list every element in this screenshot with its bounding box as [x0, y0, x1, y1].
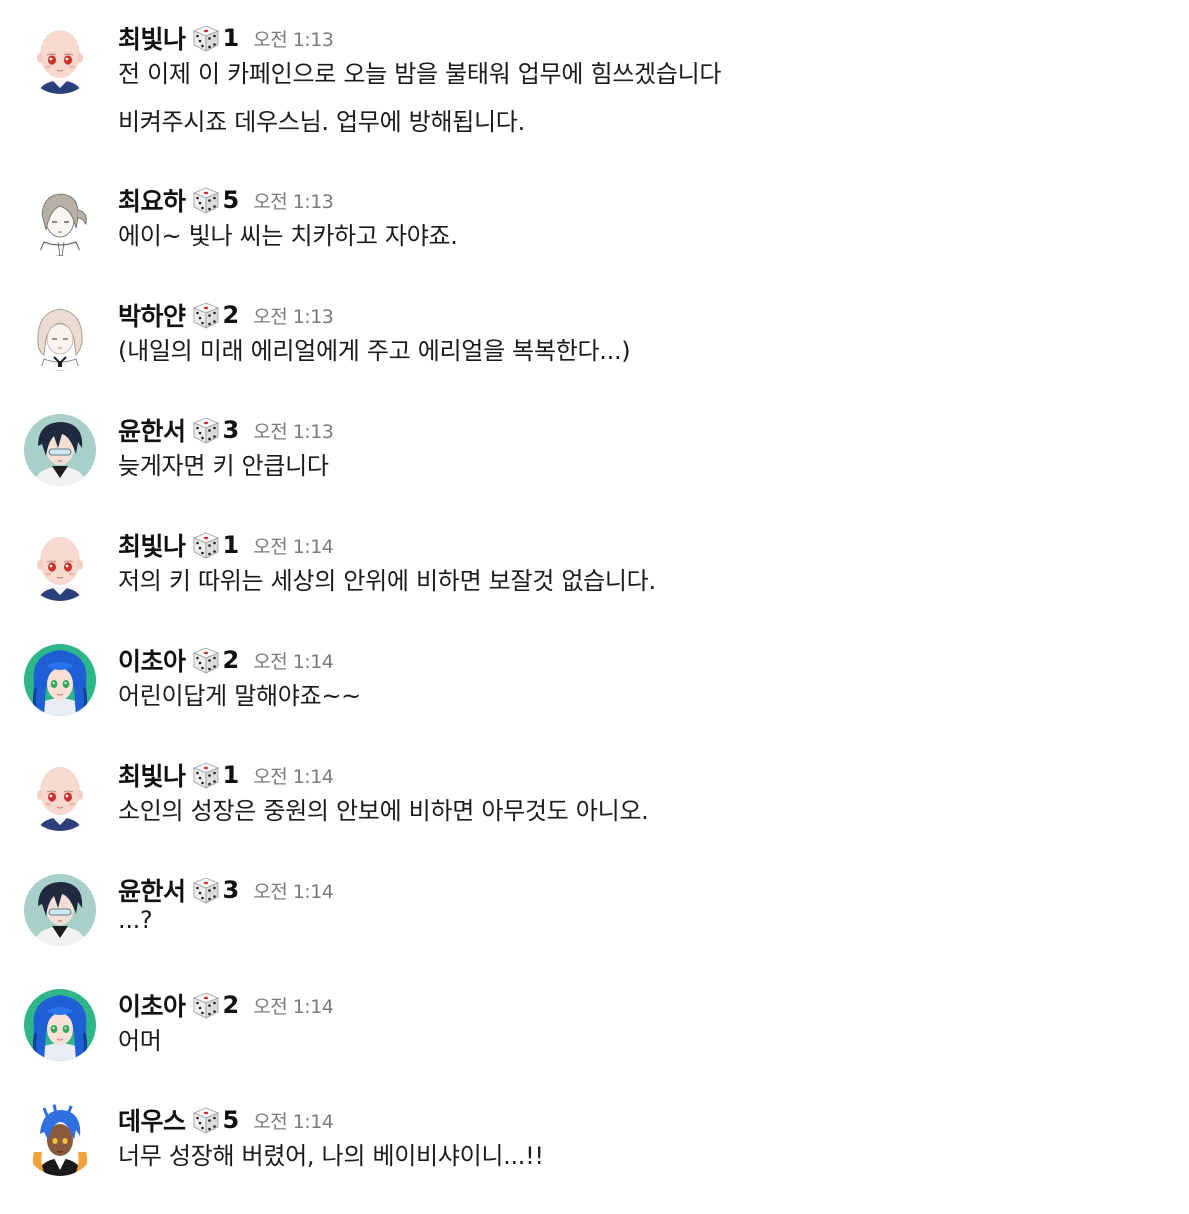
- user-name[interactable]: 이초아: [118, 642, 186, 678]
- message-text: 어린이답게 말해야죠~~: [118, 682, 361, 710]
- dice-roll-value: 3: [222, 416, 240, 444]
- chat-message: 최요하 5 오전 1:13 에이~ 빛나 씨는 치카하고 자야죠.: [0, 184, 1189, 294]
- chat-message: 이초아 2 오전 1:14 어머: [0, 989, 1189, 1099]
- chat-message: 최빛나 1 오전 1:13 전 이제 이 카페인으로 오늘 밤을 불태워 업무에 힘…: [0, 20, 1189, 136]
- message-timestamp: 오전 1:13: [253, 190, 334, 213]
- user-avatar[interactable]: [24, 22, 96, 94]
- message-timestamp: 오전 1:14: [253, 765, 334, 788]
- dice-roll-value: 5: [222, 186, 240, 214]
- message-header: 최빛나 1 오전 1:13: [118, 20, 334, 56]
- message-timestamp: 오전 1:14: [253, 650, 334, 673]
- message-text: 저의 키 따위는 세상의 안위에 비하면 보잘것 없습니다.: [118, 567, 656, 595]
- user-name[interactable]: 데우스: [118, 1102, 186, 1138]
- user-avatar[interactable]: [24, 299, 96, 371]
- message-text: 전 이제 이 카페인으로 오늘 밤을 불태워 업무에 힘쓰겠습니다: [118, 60, 722, 88]
- message-timestamp: 오전 1:14: [253, 880, 334, 903]
- user-avatar[interactable]: [24, 874, 96, 946]
- die-icon: [190, 1104, 222, 1136]
- dice-roll-value: 2: [222, 646, 240, 674]
- chat-message: 박하얀 2 오전 1:13 (내일의 미래 에리얼에게 주고 에리얼을 복복한다..…: [0, 299, 1189, 409]
- die-icon: [190, 22, 222, 54]
- dice-roll-value: 2: [222, 991, 240, 1019]
- user-avatar[interactable]: [24, 1104, 96, 1176]
- message-timestamp: 오전 1:13: [253, 28, 334, 51]
- message-header: 최빛나 1 오전 1:14: [118, 757, 334, 793]
- user-avatar[interactable]: [24, 414, 96, 486]
- user-avatar[interactable]: [24, 644, 96, 716]
- chat-message: 윤한서 3 오전 1:14...?: [0, 874, 1189, 984]
- die-icon: [190, 184, 222, 216]
- message-timestamp: 오전 1:13: [253, 420, 334, 443]
- user-name[interactable]: 박하얀: [118, 297, 186, 333]
- message-header: 이초아 2 오전 1:14: [118, 642, 334, 678]
- message-text: 어머: [118, 1027, 162, 1055]
- die-icon: [190, 414, 222, 446]
- user-avatar[interactable]: [24, 989, 96, 1061]
- message-header: 윤한서 3 오전 1:14: [118, 872, 334, 908]
- message-text: ...?: [118, 906, 153, 934]
- user-name[interactable]: 최요하: [118, 182, 186, 218]
- die-icon: [190, 299, 222, 331]
- message-timestamp: 오전 1:14: [253, 1110, 334, 1133]
- message-text: 소인의 성장은 중원의 안보에 비하면 아무것도 아니오.: [118, 797, 649, 825]
- chat-message: 윤한서 3 오전 1:13 늦게자면 키 안큽니다: [0, 414, 1189, 524]
- message-timestamp: 오전 1:14: [253, 995, 334, 1018]
- message-text: 비켜주시죠 데우스님. 업무에 방해됩니다.: [118, 108, 525, 136]
- chat-message: 최빛나 1 오전 1:14 소인의 성장은 중원의 안보에 비하면 아무것도 아니오…: [0, 759, 1189, 869]
- user-avatar[interactable]: [24, 184, 96, 256]
- die-icon: [190, 644, 222, 676]
- message-timestamp: 오전 1:14: [253, 535, 334, 558]
- user-name[interactable]: 윤한서: [118, 872, 186, 908]
- message-text: (내일의 미래 에리얼에게 주고 에리얼을 복복한다...): [118, 337, 631, 365]
- dice-roll-value: 1: [222, 761, 240, 789]
- message-header: 이초아 2 오전 1:14: [118, 987, 334, 1023]
- message-header: 데우스 5 오전 1:14: [118, 1102, 334, 1138]
- chat-message: 데우스 5 오전 1:14 너무 성장해 버렸어, 나의 베이비샤이니...!!: [0, 1104, 1189, 1214]
- die-icon: [190, 529, 222, 561]
- message-timestamp: 오전 1:13: [253, 305, 334, 328]
- chat-message: 이초아 2 오전 1:14 어린이답게 말해야죠~~: [0, 644, 1189, 754]
- dice-roll-value: 1: [222, 24, 240, 52]
- dice-roll-value: 3: [222, 876, 240, 904]
- message-header: 최빛나 1 오전 1:14: [118, 527, 334, 563]
- die-icon: [190, 874, 222, 906]
- message-text: 에이~ 빛나 씨는 치카하고 자야죠.: [118, 222, 458, 250]
- user-name[interactable]: 최빛나: [118, 757, 186, 793]
- message-header: 박하얀 2 오전 1:13: [118, 297, 334, 333]
- user-avatar[interactable]: [24, 529, 96, 601]
- die-icon: [190, 989, 222, 1021]
- message-text: 너무 성장해 버렸어, 나의 베이비샤이니...!!: [118, 1142, 544, 1170]
- user-avatar[interactable]: [24, 759, 96, 831]
- message-header: 윤한서 3 오전 1:13: [118, 412, 334, 448]
- die-icon: [190, 759, 222, 791]
- dice-roll-value: 2: [222, 301, 240, 329]
- dice-roll-value: 1: [222, 531, 240, 559]
- message-text: 늦게자면 키 안큽니다: [118, 452, 329, 480]
- dice-roll-value: 5: [222, 1106, 240, 1134]
- chat-message: 최빛나 1 오전 1:14 저의 키 따위는 세상의 안위에 비하면 보잘것 없습니…: [0, 529, 1189, 639]
- user-name[interactable]: 최빛나: [118, 527, 186, 563]
- user-name[interactable]: 최빛나: [118, 20, 186, 56]
- message-header: 최요하 5 오전 1:13: [118, 182, 334, 218]
- user-name[interactable]: 이초아: [118, 987, 186, 1023]
- user-name[interactable]: 윤한서: [118, 412, 186, 448]
